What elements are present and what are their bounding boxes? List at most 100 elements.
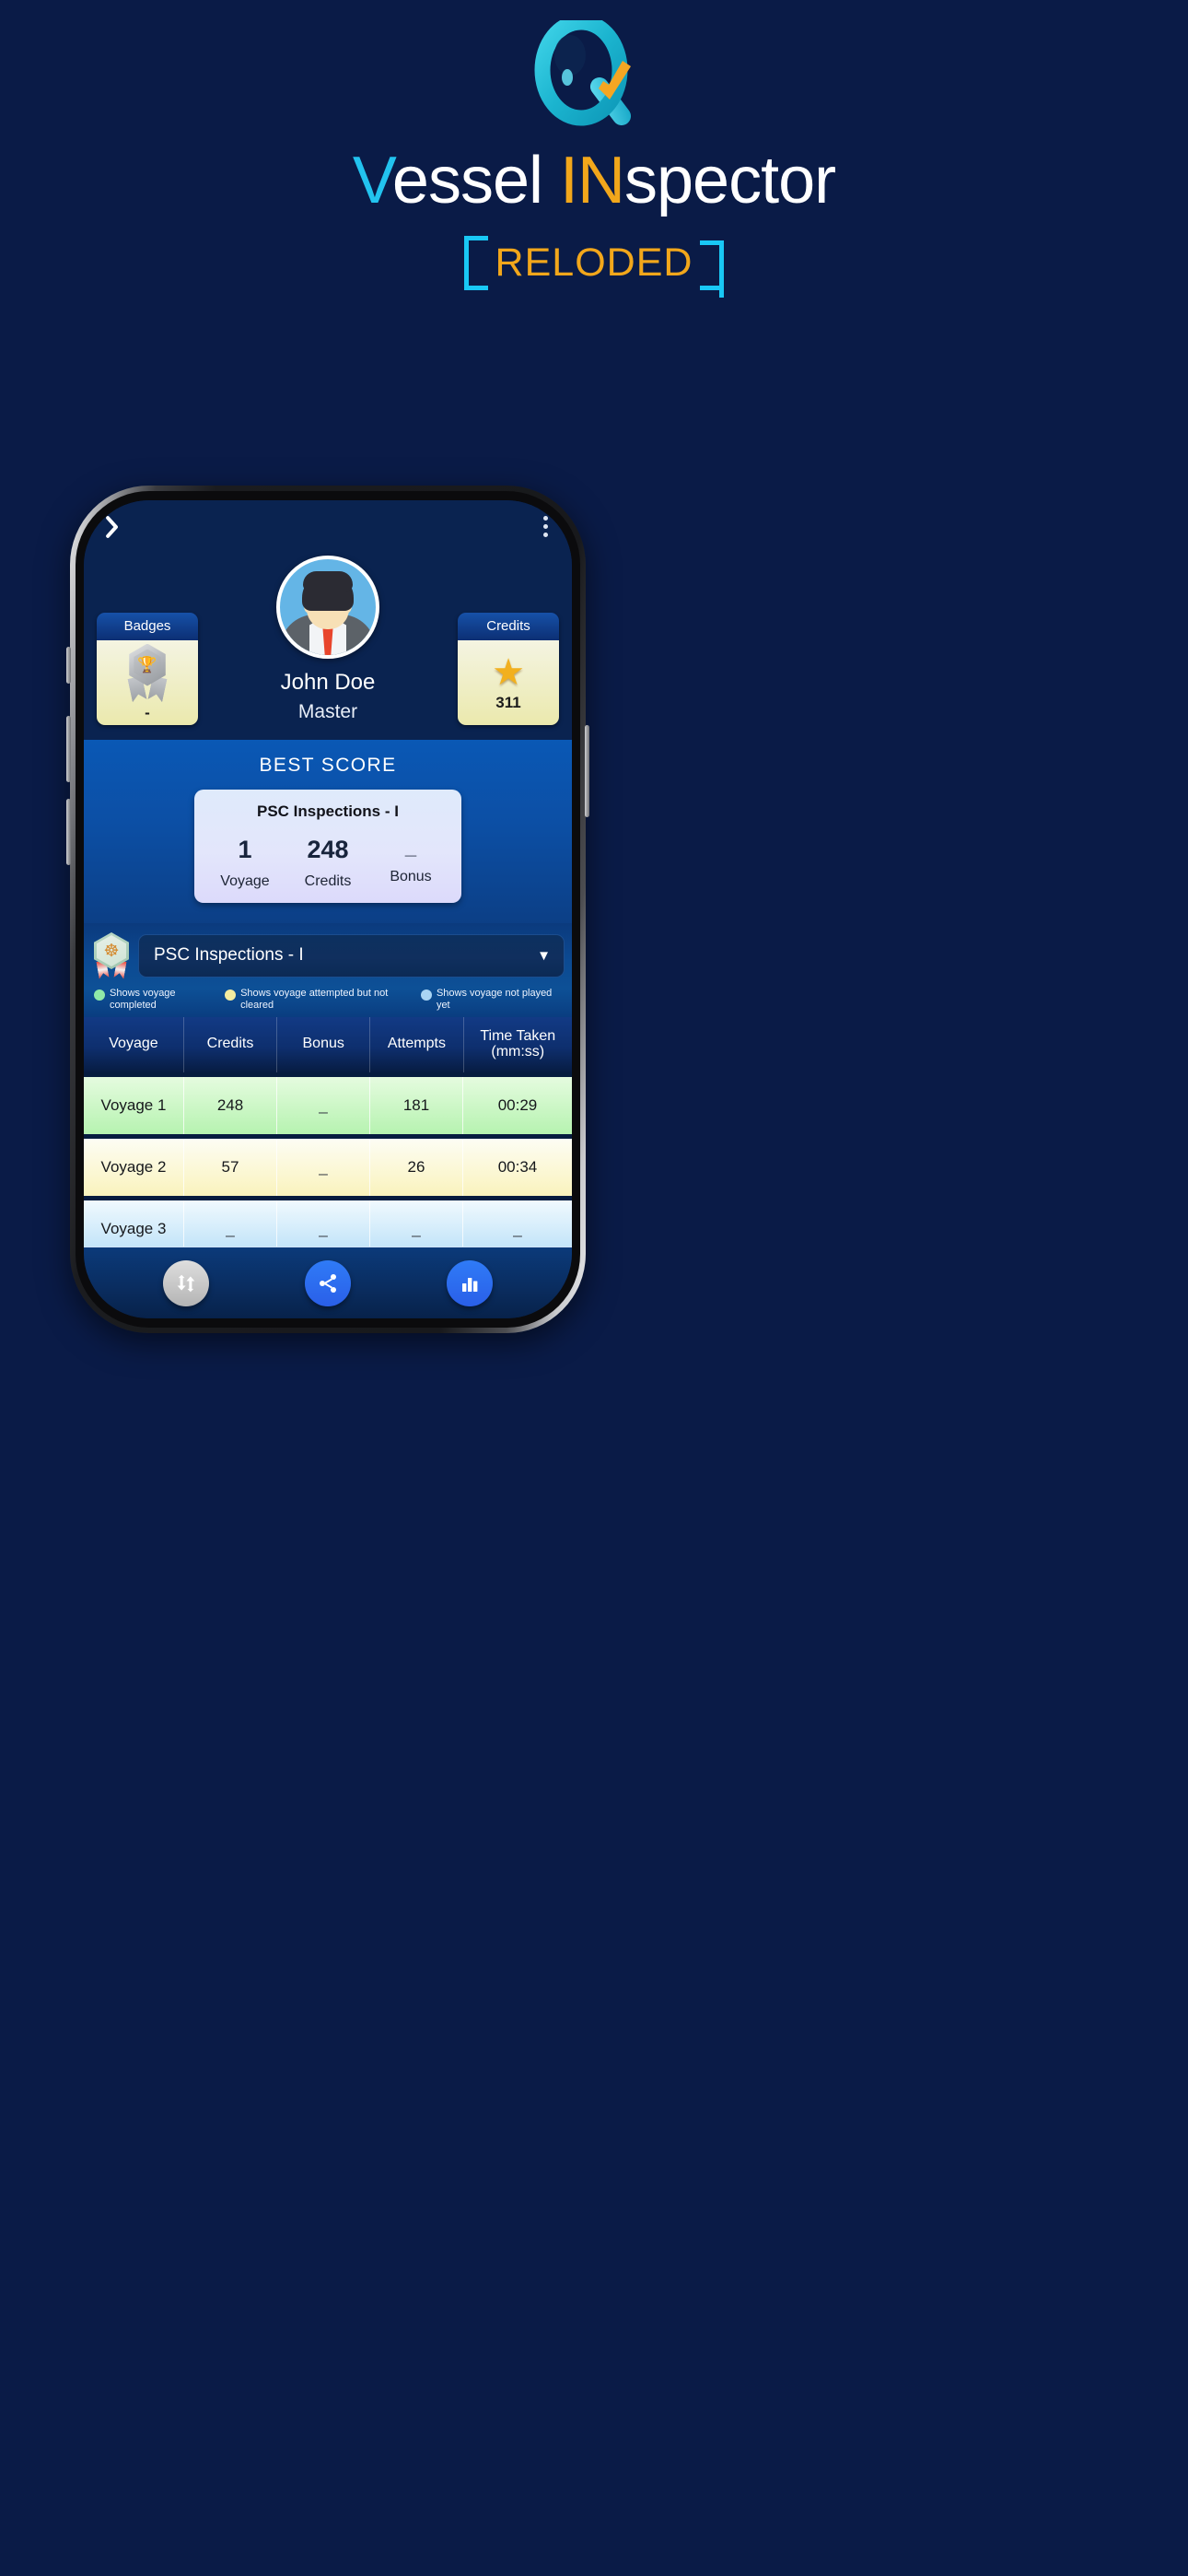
voyage-table-header: Voyage Credits Bonus Attempts Time Taken… [84,1016,572,1072]
best-score-label: Voyage [220,873,270,889]
cell-time-taken: 00:34 [497,1157,538,1176]
bracket-bottom-left-icon [463,244,488,290]
tagline-badge: RELODED [463,236,725,298]
credits-card-value: 311 [495,693,521,711]
column-header-credits: Credits [184,1016,278,1072]
bottom-action-bar [84,1247,572,1318]
badges-card-value: - [145,703,150,721]
best-score-stat: 1 Voyage [204,837,286,890]
bracket-bottom-right-icon [700,244,725,290]
user-avatar-icon[interactable] [276,556,379,659]
profile-identity: John Doe Master [245,552,411,723]
profile-name: John Doe [280,670,376,695]
bar-chart-icon[interactable] [447,1259,493,1306]
column-header-voyage: Voyage [84,1016,184,1072]
credits-card-title: Credits [458,613,559,640]
cell-bonus: _ [277,1138,370,1196]
cell-attempts: _ [370,1200,463,1247]
silver-trophy-medal-icon: 🏆 [120,643,175,701]
profile-rank: Master [297,701,358,722]
phone-bezel: Badges 🏆 - John Doe Master Credits ★ 311… [76,491,580,1328]
magnifier-check-icon [502,14,686,140]
table-row[interactable]: Voyage 3 _ _ _ _ [84,1200,572,1247]
kebab-dot [543,523,548,529]
best-score-stat: 248 Credits [286,837,369,890]
brand-title: Vessel INspector [352,144,836,217]
best-score-heading: BEST SCORE [259,755,397,776]
cell-bonus: _ [277,1200,370,1247]
medal-trophy-glyph: 🏆 [134,649,161,681]
cell-credits: 248 [184,1076,277,1134]
best-score-value: _ [404,836,417,859]
legend-label: Shows voyage attempted but not cleared [240,988,389,1011]
ship-wheel-glyph: ☸ [103,941,120,961]
brand-title-spector: spector [624,144,836,217]
credits-card-body: ★ 311 [458,640,559,725]
brand-title-v: V [352,144,393,217]
phone-volume-up-button [66,716,71,782]
legend-dot-green [94,989,105,1001]
course-dropdown[interactable]: PSC Inspections - I ▼ [138,933,565,978]
legend-label: Shows voyage completed [110,988,176,1011]
legend-dot-blue [420,989,432,1001]
gold-star-icon: ★ [492,651,525,693]
phone-mute-switch [66,647,71,684]
best-score-stat: _ Bonus [369,837,452,890]
column-header-bonus: Bonus [277,1016,371,1072]
legend-label: Shows voyage not played yet [436,988,553,1011]
badges-card-body: 🏆 - [97,640,198,725]
voyage-table: Voyage Credits Bonus Attempts Time Taken… [84,1016,572,1247]
best-score-label: Bonus [390,869,432,884]
best-score-section: BEST SCORE PSC Inspections - I 1 Voyage … [84,740,572,923]
back-chevron-icon[interactable] [100,510,121,542]
branding-hero: Vessel INspector RELODED [0,0,1188,470]
best-score-label: Credits [304,873,352,889]
cell-credits: _ [184,1200,277,1247]
cell-attempts: 26 [370,1138,463,1196]
course-selector-section: ☸ PSC Inspections - I ▼ Shows voyage com… [84,923,572,1017]
cell-voyage: Voyage 3 [84,1200,184,1247]
app-screen: Badges 🏆 - John Doe Master Credits ★ 311… [84,500,572,1318]
avatar-fringe [303,571,353,591]
course-selector-row: ☸ PSC Inspections - I ▼ [91,932,565,978]
badges-card-title: Badges [97,613,198,640]
legend-item-completed: Shows voyage completed [94,988,219,1012]
best-score-value: 248 [307,836,349,863]
table-row[interactable]: Voyage 2 57 _ 26 00:34 [84,1138,572,1196]
chevron-down-icon: ▼ [537,947,551,964]
best-score-stats: 1 Voyage 248 Credits _ Bonus [204,837,452,890]
column-header-time-taken: Time Taken (mm:ss) [480,1027,556,1060]
ship-wheel-award-icon: ☸ [91,932,132,978]
badges-card[interactable]: Badges 🏆 - [97,613,198,725]
app-top-bar [84,500,572,552]
status-legend: Shows voyage completed Shows voyage atte… [91,988,565,1012]
credits-card[interactable]: Credits ★ 311 [458,613,559,725]
phone-power-button [585,725,589,817]
share-icon[interactable] [305,1259,351,1306]
best-score-card: PSC Inspections - I 1 Voyage 248 Credits [194,790,461,903]
table-row[interactable]: Voyage 1 248 _ 181 00:29 [84,1076,572,1134]
kebab-menu-icon[interactable] [536,510,555,543]
tagline-text: RELODED [495,240,693,285]
best-score-value: 1 [238,836,252,863]
legend-item-attempted: Shows voyage attempted but not cleared [225,988,415,1012]
cell-credits: 57 [184,1138,277,1196]
profile-section: Badges 🏆 - John Doe Master Credits ★ 311 [84,552,572,740]
legend-dot-yellow [225,989,237,1001]
legend-item-not-played: Shows voyage not played yet [420,988,562,1012]
sync-refresh-icon[interactable] [163,1259,209,1306]
phone-mockup: Badges 🏆 - John Doe Master Credits ★ 311… [66,486,589,1333]
brand-title-in: IN [560,144,625,217]
cell-attempts: 181 [370,1076,463,1134]
app-store-screenshot: Vessel INspector RELODED Badges 🏆 - John… [0,0,1188,2576]
best-score-subtitle: PSC Inspections - I [257,802,399,820]
kebab-dot [543,532,548,537]
phone-volume-down-button [66,799,71,865]
course-dropdown-value: PSC Inspections - I [154,945,304,965]
cell-voyage: Voyage 2 [84,1138,184,1196]
column-header-attempts: Attempts [370,1016,464,1072]
cell-time-taken: _ [513,1219,522,1237]
brand-title-essel: essel [391,144,561,217]
cell-time-taken: 00:29 [497,1095,538,1114]
cell-voyage: Voyage 1 [84,1076,184,1134]
